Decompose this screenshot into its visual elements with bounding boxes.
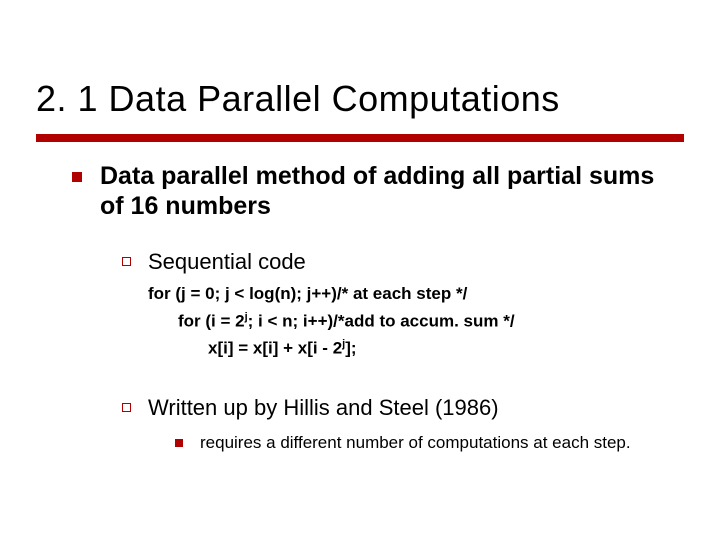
level2-text: Written up by Hillis and Steel (1986) bbox=[148, 395, 684, 421]
code-text: x[i] = x[i] + x[i - 2 bbox=[208, 339, 342, 358]
bullet-icon bbox=[175, 439, 183, 447]
code-text: for (i = 2 bbox=[178, 312, 245, 331]
level1-text: Data parallel method of adding all parti… bbox=[100, 162, 684, 221]
level2-text: Sequential code bbox=[148, 249, 684, 275]
code-line: x[i] = x[i] + x[i - 2j]; bbox=[208, 338, 357, 359]
bullet-icon bbox=[72, 172, 82, 182]
title-underline bbox=[36, 134, 684, 142]
code-text: ]; bbox=[345, 339, 356, 358]
code-text: ; i < n; i++)/*add to accum. sum */ bbox=[248, 312, 515, 331]
slide-title: 2. 1 Data Parallel Computations bbox=[36, 78, 560, 120]
code-line: for (i = 2j; i < n; i++)/*add to accum. … bbox=[178, 311, 515, 332]
slide: 2. 1 Data Parallel Computations Data par… bbox=[0, 0, 720, 540]
code-line: for (j = 0; j < log(n); j++)/* at each s… bbox=[148, 284, 467, 304]
square-bullet-icon bbox=[122, 257, 131, 266]
level3-text: requires a different number of computati… bbox=[200, 433, 631, 453]
square-bullet-icon bbox=[122, 403, 131, 412]
